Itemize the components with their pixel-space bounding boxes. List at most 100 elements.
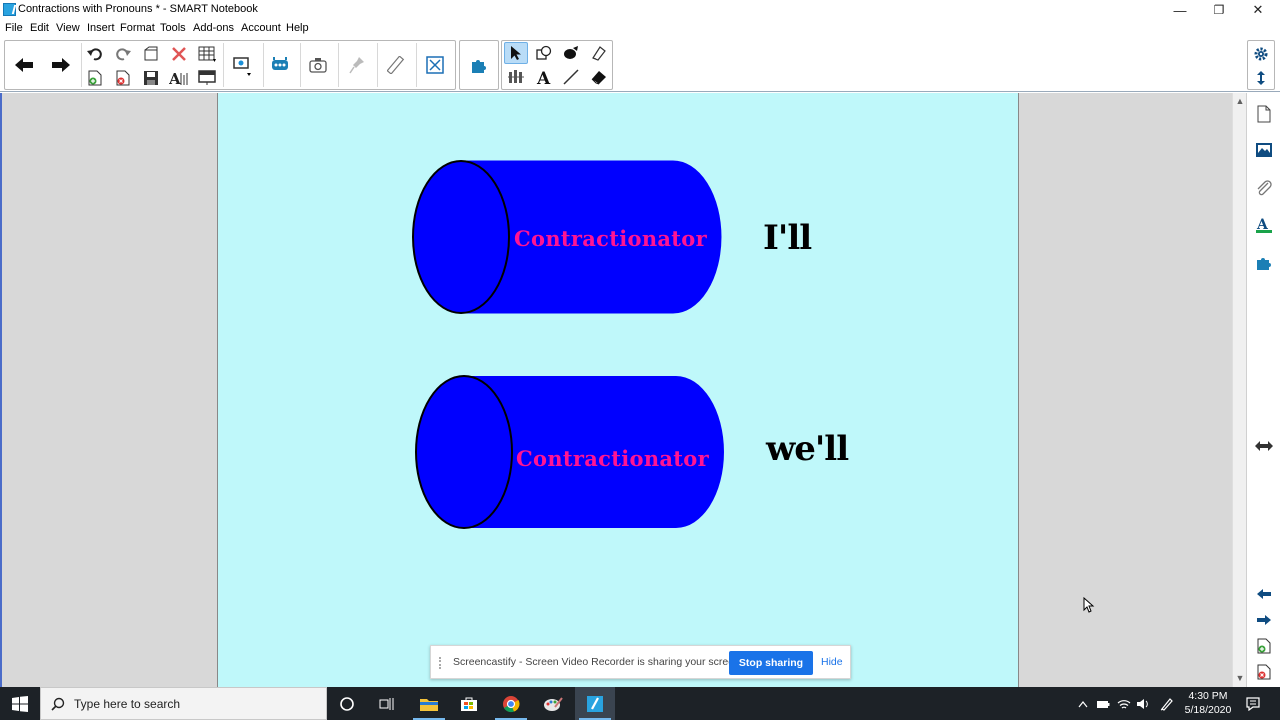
title-bar: Contractions with Pronouns * - SMART Not…	[0, 0, 1280, 20]
clock-time: 4:30 PM	[1188, 690, 1228, 702]
toolbar-group-addons	[459, 40, 499, 90]
smart-notebook-window: Contractions with Pronouns * - SMART Not…	[0, 0, 1280, 720]
toolbar-position-icon[interactable]	[1249, 67, 1273, 89]
save-icon[interactable]	[139, 67, 163, 89]
pen-workspace-icon[interactable]	[1158, 695, 1176, 713]
taskbar-clock[interactable]: 4:30 PM 5/18/2020	[1180, 689, 1236, 717]
minimize-button[interactable]: —	[1160, 0, 1200, 20]
taskbar-search-box[interactable]: Type here to search	[40, 687, 327, 720]
battery-icon[interactable]	[1094, 695, 1112, 713]
move-sidebar-icon[interactable]	[1251, 433, 1277, 459]
svg-text:A: A	[536, 69, 551, 85]
show-hidden-icons-icon[interactable]	[1074, 695, 1092, 713]
main-toolbar: A A	[0, 37, 1280, 92]
properties-icon[interactable]: A	[1251, 212, 1277, 238]
screen-capture-icon[interactable]	[303, 43, 333, 87]
mouse-cursor-icon	[1083, 597, 1095, 613]
forward-arrow-icon[interactable]	[46, 43, 76, 87]
start-button[interactable]	[0, 687, 40, 720]
screen-shade-icon[interactable]	[195, 67, 219, 89]
menu-help[interactable]: Help	[286, 22, 309, 34]
volume-icon[interactable]	[1134, 695, 1152, 713]
measure-icon[interactable]	[381, 43, 411, 87]
stop-sharing-button[interactable]: Stop sharing	[729, 651, 813, 675]
task-view-icon[interactable]	[367, 687, 407, 720]
pin-icon[interactable]	[342, 43, 372, 87]
back-arrow-icon[interactable]	[9, 43, 39, 87]
table-icon[interactable]	[195, 43, 219, 65]
delete-page-icon[interactable]	[111, 67, 135, 89]
file-explorer-icon[interactable]	[409, 687, 449, 720]
text-icon[interactable]: A	[532, 66, 556, 88]
window-title: Contractions with Pronouns * - SMART Not…	[18, 3, 258, 15]
sidebar-delete-page-icon[interactable]	[1251, 659, 1277, 685]
menu-format[interactable]: Format	[120, 22, 155, 34]
paint-app-icon[interactable]	[533, 687, 573, 720]
close-button[interactable]: ✕	[1238, 0, 1278, 20]
cylinder-2-label: Contractionator	[516, 446, 709, 471]
cylinder-1-label: Contractionator	[514, 226, 707, 251]
menu-edit[interactable]: Edit	[30, 22, 49, 34]
attachments-icon[interactable]	[1251, 175, 1277, 201]
open-file-icon[interactable]	[139, 43, 163, 65]
right-sidebar: A	[1246, 93, 1280, 687]
search-placeholder: Type here to search	[74, 697, 181, 711]
vertical-scrollbar[interactable]: ▲ ▼	[1232, 93, 1246, 687]
menu-view[interactable]: View	[56, 22, 80, 34]
page-sorter-icon[interactable]	[1251, 101, 1277, 127]
scroll-up-icon[interactable]: ▲	[1235, 96, 1245, 106]
delete-icon[interactable]	[167, 43, 191, 65]
sidebar-addons-icon[interactable]	[1251, 250, 1277, 276]
spell-check-icon[interactable]: A	[167, 67, 191, 89]
hide-banner-button[interactable]: Hide	[821, 656, 843, 668]
contraction-word-2[interactable]: we'll	[766, 429, 849, 469]
notifications-icon[interactable]	[1244, 695, 1262, 713]
gallery-icon[interactable]	[1251, 137, 1277, 163]
response-icon[interactable]	[265, 43, 295, 87]
toolbar-group-settings	[1247, 40, 1275, 90]
scroll-down-icon[interactable]: ▼	[1235, 673, 1245, 683]
svg-text:A: A	[169, 70, 181, 86]
drag-handle-icon[interactable]	[439, 657, 444, 669]
next-page-icon[interactable]	[1251, 607, 1277, 633]
cortana-icon[interactable]	[327, 687, 367, 720]
addons-icon[interactable]	[464, 43, 494, 87]
undo-icon[interactable]	[83, 43, 107, 65]
menu-tools[interactable]: Tools	[160, 22, 186, 34]
wifi-icon[interactable]	[1115, 695, 1133, 713]
windows-taskbar: Type here to search 4:30 PM 5/18/2020	[0, 687, 1280, 720]
share-banner-text: Screencastify - Screen Video Recorder is…	[453, 656, 743, 668]
toolbar-group-main: A	[4, 40, 456, 90]
pen-icon[interactable]	[587, 42, 611, 64]
sidebar-add-page-icon[interactable]	[1251, 633, 1277, 659]
display-icon[interactable]	[227, 43, 257, 87]
line-icon[interactable]	[559, 66, 583, 88]
screen-share-banner: Screencastify - Screen Video Recorder is…	[430, 645, 851, 679]
fullscreen-icon[interactable]	[420, 43, 450, 87]
settings-icon[interactable]	[1249, 43, 1273, 65]
restore-button[interactable]: ❐	[1199, 0, 1239, 20]
chrome-icon[interactable]	[491, 687, 531, 720]
previous-page-icon[interactable]	[1251, 581, 1277, 607]
search-icon	[51, 697, 65, 711]
select-icon[interactable]	[504, 42, 528, 64]
menu-account[interactable]: Account	[241, 22, 281, 34]
store-icon[interactable]	[449, 687, 489, 720]
smart-notebook-taskbar-icon[interactable]	[575, 687, 615, 720]
menu-insert[interactable]: Insert	[87, 22, 115, 34]
redo-icon[interactable]	[111, 43, 135, 65]
contraction-word-1[interactable]: I'll	[763, 218, 812, 258]
menu-bar: File Edit View Insert Format Tools Add-o…	[0, 20, 1280, 37]
notebook-page[interactable]: Contractionator I'll Contractionator we'…	[217, 93, 1019, 687]
fill-icon[interactable]	[559, 42, 583, 64]
shapes-icon[interactable]	[532, 42, 556, 64]
clock-date: 5/18/2020	[1184, 704, 1232, 716]
menu-addons[interactable]: Add-ons	[193, 22, 234, 34]
creative-pen-icon[interactable]	[504, 66, 528, 88]
add-page-icon[interactable]	[83, 67, 107, 89]
workspace-area: Contractionator I'll Contractionator we'…	[0, 93, 1234, 687]
menu-file[interactable]: File	[5, 22, 23, 34]
windows-logo-icon	[12, 695, 28, 712]
eraser-icon[interactable]	[587, 66, 611, 88]
toolbar-group-tools: A	[501, 40, 613, 90]
